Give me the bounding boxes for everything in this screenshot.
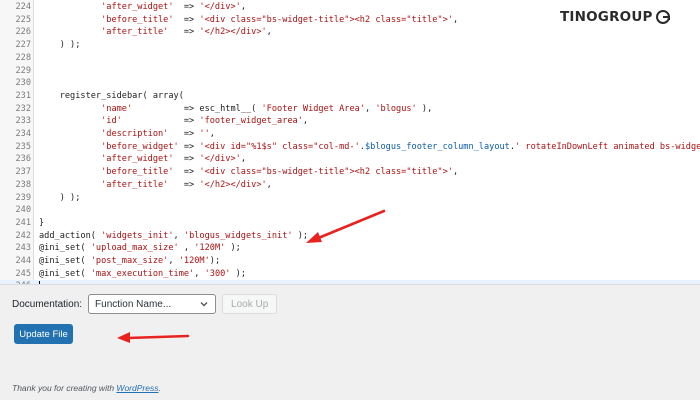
line-number: 224	[15, 2, 31, 12]
code-text[interactable]: 'before_widget' => '<div id="%1$s" class…	[39, 141, 700, 154]
code-line[interactable]: 231 register_sidebar( array(	[0, 90, 700, 103]
code-line[interactable]: 234 'description' => '',	[0, 128, 700, 141]
line-number: 232	[15, 103, 31, 114]
line-number: 235	[15, 141, 31, 152]
red-arrow-icon	[306, 209, 386, 243]
line-number: 234	[15, 129, 31, 139]
line-number: 241	[15, 217, 31, 228]
line-number: 238	[15, 179, 31, 190]
code-text[interactable]: 'name' => esc_html__( 'Footer Widget Are…	[39, 103, 432, 116]
logo-text: TINOGROUP	[560, 9, 653, 25]
code-line[interactable]: 228	[0, 52, 700, 65]
code-text[interactable]: 'after_widget' => '</div>',	[39, 153, 246, 166]
code-line[interactable]: 232 'name' => esc_html__( 'Footer Widget…	[0, 103, 700, 116]
line-number: 240	[15, 205, 31, 216]
line-number: 237	[15, 167, 31, 178]
line-number: 226	[15, 27, 31, 38]
function-name-select[interactable]: Function Name...	[88, 294, 217, 314]
code-text[interactable]: add_action( 'widgets_init', 'blogus_widg…	[39, 230, 308, 243]
line-number: 231	[15, 90, 31, 101]
chevron-down-icon	[200, 302, 208, 307]
code-text[interactable]	[39, 280, 40, 284]
footer-prefix: Thank you for creating with	[12, 383, 117, 393]
code-text[interactable]: }	[39, 217, 44, 230]
code-text[interactable]: @ini_set( 'post_max_size', '120M');	[39, 255, 220, 268]
code-line[interactable]: 227 ) );	[0, 39, 700, 52]
line-number: 228	[15, 52, 31, 63]
code-line[interactable]: 245 @ini_set( 'max_execution_time', '300'…	[0, 268, 700, 281]
code-text[interactable]: 'after_title' => '</h2></div>',	[39, 26, 272, 39]
line-number: 244	[15, 256, 31, 266]
line-number: 245	[15, 268, 31, 279]
code-line[interactable]: 246	[0, 280, 700, 284]
line-number: 239	[15, 192, 31, 203]
code-text[interactable]: 'description' => '',	[39, 128, 215, 141]
code-text[interactable]: 'id' => 'footer_widget_area',	[39, 115, 308, 128]
tinogroup-logo: TINOGROUP	[560, 8, 692, 26]
line-number: 229	[15, 65, 31, 76]
code-line[interactable]: 233 'id' => 'footer_widget_area',	[0, 115, 700, 128]
line-number: 243	[15, 243, 31, 254]
code-line[interactable]: 235 'before_widget' => '<div id="%1$s" c…	[0, 141, 700, 154]
code-text[interactable]: ) );	[39, 39, 81, 52]
line-number: 227	[15, 40, 31, 51]
code-text[interactable]: 'after_title' => '</h2></div>',	[39, 179, 272, 192]
code-line[interactable]: 244 @ini_set( 'post_max_size', '120M');	[0, 255, 700, 268]
documentation-label: Documentation:	[12, 298, 83, 310]
update-file-button[interactable]: Update File	[14, 324, 73, 344]
look-up-button[interactable]: Look Up	[222, 294, 278, 314]
code-line[interactable]: 236 'after_widget' => '</div>',	[0, 153, 700, 166]
line-number: 230	[15, 78, 31, 89]
code-text[interactable]: @ini_set( 'max_execution_time', '300' );	[39, 268, 246, 281]
line-number: 233	[15, 116, 31, 127]
code-line[interactable]: 229	[0, 65, 700, 78]
code-line[interactable]: 230	[0, 77, 700, 90]
line-number: 225	[15, 14, 31, 25]
code-text[interactable]: 'before_title' => '<div class="bs-widget…	[39, 14, 458, 27]
wordpress-link[interactable]: WordPress	[116, 383, 158, 393]
code-text[interactable]: @ini_set( 'upload_max_size' , '120M' );	[39, 242, 241, 255]
documentation-row: Documentation: Function Name... Look Up	[12, 293, 278, 315]
code-text[interactable]: ) );	[39, 192, 81, 205]
line-number: 242	[15, 230, 31, 241]
code-line[interactable]: 239 ) );	[0, 192, 700, 205]
code-line[interactable]: 237 'before_title' => '<div class="bs-wi…	[0, 166, 700, 179]
red-arrow-icon	[117, 332, 190, 343]
footer-text: Thank you for creating with WordPress.	[12, 383, 161, 393]
code-text[interactable]: 'after_widget' => '</div>',	[39, 1, 246, 14]
code-line[interactable]: 226 'after_title' => '</h2></div>',	[0, 26, 700, 39]
code-text[interactable]: 'before_title' => '<div class="bs-widget…	[39, 166, 458, 179]
logo-mark-icon	[655, 10, 670, 24]
code-line[interactable]: 238 'after_title' => '</h2></div>',	[0, 179, 700, 192]
function-name-select-value: Function Name...	[95, 298, 172, 310]
footer-suffix: .	[158, 383, 161, 393]
line-number: 236	[15, 154, 31, 165]
code-text[interactable]: register_sidebar( array(	[39, 90, 184, 103]
line-number: 246	[0, 280, 31, 284]
